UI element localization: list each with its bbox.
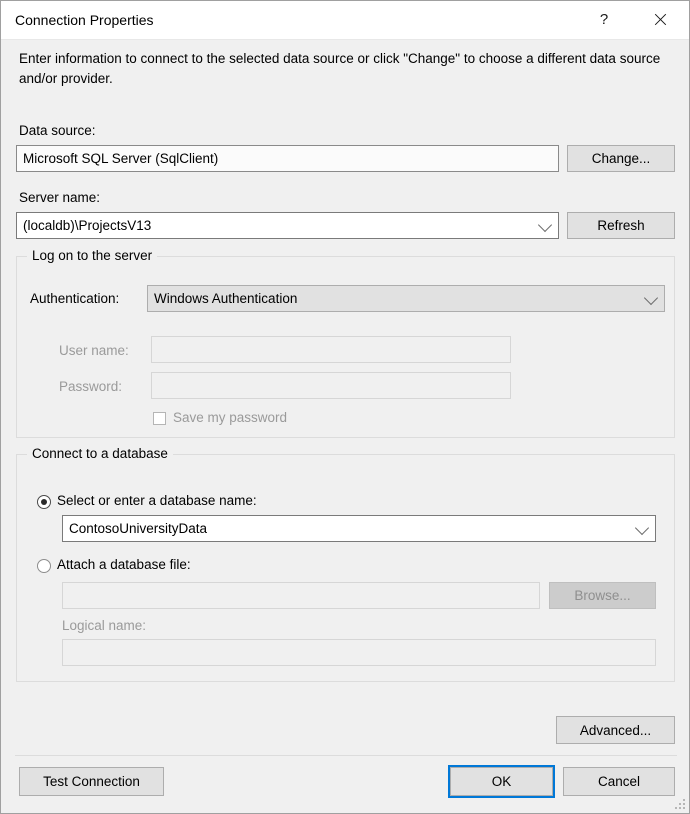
database-name-combo[interactable]: ContosoUniversityData [62,515,656,542]
authentication-value: Windows Authentication [154,291,298,306]
chevron-down-icon [537,217,553,232]
resize-grip[interactable] [674,798,686,810]
chevron-down-icon [634,520,650,535]
test-connection-button[interactable]: Test Connection [19,767,164,796]
ok-button[interactable]: OK [448,765,555,798]
database-group-title: Connect to a database [27,446,173,461]
authentication-combo[interactable]: Windows Authentication [147,285,665,312]
password-label: Password: [59,379,123,394]
password-input[interactable] [151,372,511,399]
close-icon [653,12,668,27]
intro-text: Enter information to connect to the sele… [19,51,661,86]
close-button[interactable] [637,1,683,38]
save-password-label: Save my password [173,410,288,425]
connection-properties-dialog: Connection Properties ? Enter informatio… [0,0,690,814]
save-password-checkbox[interactable] [153,412,166,425]
server-name-value: (localdb)\ProjectsV13 [23,218,152,233]
browse-button[interactable]: Browse... [549,582,656,609]
server-name-combo[interactable]: (localdb)\ProjectsV13 [16,212,559,239]
logical-name-label: Logical name: [62,618,147,633]
username-label: User name: [59,343,129,358]
refresh-button[interactable]: Refresh [567,212,675,239]
change-button[interactable]: Change... [567,145,675,172]
footer-separator [15,755,677,756]
radio-dot-icon [41,499,47,505]
authentication-label: Authentication: [30,291,120,306]
window-title: Connection Properties [15,12,154,28]
data-source-field: Microsoft SQL Server (SqlClient) [16,145,559,172]
select-database-radio[interactable] [37,495,51,509]
database-name-value: ContosoUniversityData [69,521,208,536]
title-bar: Connection Properties ? [1,1,689,40]
cancel-button[interactable]: Cancel [563,767,675,796]
username-input[interactable] [151,336,511,363]
help-button[interactable]: ? [581,1,627,38]
logon-group-title: Log on to the server [27,248,158,263]
attach-file-input[interactable] [62,582,540,609]
server-name-label: Server name: [19,190,101,205]
select-database-label: Select or enter a database name: [57,493,257,508]
chevron-down-icon [643,290,659,305]
logical-name-input[interactable] [62,639,656,666]
attach-file-radio[interactable] [37,559,51,573]
question-mark-icon: ? [599,11,609,28]
attach-file-label: Attach a database file: [57,557,191,572]
advanced-button[interactable]: Advanced... [556,716,675,744]
data-source-label: Data source: [19,123,96,138]
